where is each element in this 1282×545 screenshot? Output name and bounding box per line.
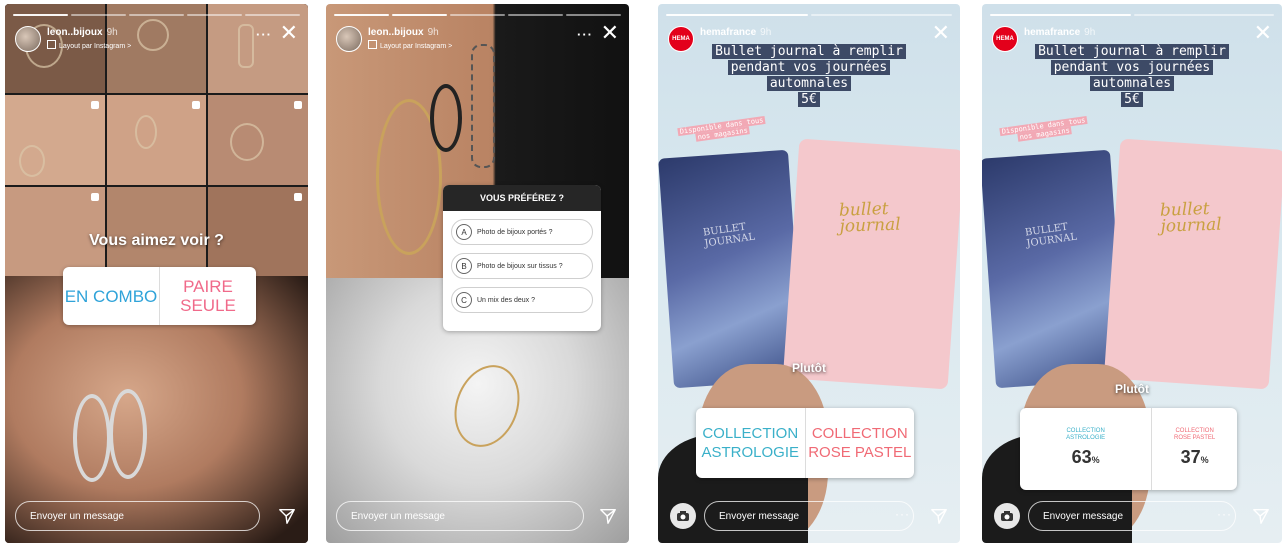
avatar[interactable]: HEMA — [992, 26, 1018, 52]
poll-option-paire-seule[interactable]: PAIRE SEULE — [159, 267, 256, 325]
poll-question: Plutôt — [792, 361, 826, 375]
grid-photo — [208, 95, 308, 185]
send-icon[interactable] — [930, 507, 948, 525]
layout-attribution[interactable]: Layout par Instagram > — [368, 40, 452, 50]
layout-icon — [47, 40, 56, 49]
hoop-earring — [430, 84, 462, 152]
avatar[interactable] — [336, 26, 362, 52]
hoop-earring — [109, 389, 147, 479]
username[interactable]: leon..bijoux 9h — [47, 27, 118, 38]
close-icon[interactable]: ✕ — [601, 22, 619, 44]
poll-option-combo[interactable]: EN COMBO — [63, 267, 159, 325]
poll-option-rose-pastel[interactable]: COLLECTION ROSE PASTEL — [804, 408, 915, 478]
story-header: HEMA hemafrance 9h ✕ — [668, 22, 950, 54]
rose-notebook: bullet journal — [1103, 138, 1282, 390]
story-progress-bar — [334, 14, 621, 16]
message-input[interactable]: Envoyer message — [1028, 501, 1236, 531]
close-icon[interactable]: ✕ — [932, 22, 950, 44]
chain-earring — [471, 44, 495, 168]
shopping-bag-icon — [90, 192, 99, 201]
story-header: HEMA hemafrance 9h ✕ — [992, 22, 1272, 54]
username[interactable]: hemafrance 9h — [1024, 27, 1095, 38]
shopping-bag-icon — [90, 101, 99, 110]
avatar[interactable]: HEMA — [668, 26, 694, 52]
grid-photo — [5, 95, 105, 185]
shopping-bag-icon — [293, 101, 302, 110]
poll-result-rose-pastel: COLLECTION ROSE PASTEL 37% — [1151, 408, 1237, 490]
message-input[interactable]: Envoyer un message — [15, 501, 260, 531]
story-leon-quiz: leon..bijoux 9h Layout par Instagram > ··… — [326, 4, 629, 543]
avatar[interactable] — [15, 26, 41, 52]
availability-sticker: Disponible dans tous nos magasins — [677, 115, 766, 142]
username[interactable]: leon..bijoux 9h — [368, 27, 439, 38]
rose-notebook: bullet journal — [782, 138, 960, 390]
camera-icon[interactable] — [994, 503, 1020, 529]
camera-icon[interactable] — [670, 503, 696, 529]
poll-result-astrologie: COLLECTION ASTROLOGIE 63% — [1066, 428, 1106, 467]
poll-option-astrologie[interactable]: COLLECTION ASTROLOGIE — [696, 408, 805, 478]
poll-question: Plutôt — [1115, 382, 1149, 396]
more-icon[interactable]: ··· — [256, 27, 272, 42]
story-leon-poll: leon..bijoux 9h Layout par Instagram > ··… — [5, 4, 308, 543]
story-progress-bar — [990, 14, 1274, 16]
story-header: leon..bijoux 9h Layout par Instagram > ··… — [15, 22, 298, 54]
story-progress-bar — [666, 14, 952, 16]
story-header: leon..bijoux 9h Layout par Instagram > ··… — [336, 22, 619, 54]
layout-icon — [368, 40, 377, 49]
poll-results-sticker: COLLECTION ASTROLOGIE 63% COLLECTION ROS… — [1020, 408, 1237, 490]
shopping-bag-icon — [293, 192, 302, 201]
story-hema-poll: HEMA hemafrance 9h ✕ Bullet journal à rem… — [658, 4, 960, 543]
quiz-sticker: VOUS PRÉFÉREZ ? A Photo de bijoux portés… — [443, 185, 601, 331]
poll-percent-b: 37 — [1180, 447, 1201, 467]
send-icon[interactable] — [278, 507, 296, 525]
quiz-option-c[interactable]: C Un mix des deux ? — [451, 287, 593, 313]
message-input[interactable]: Envoyer un message — [336, 501, 584, 531]
more-icon[interactable]: ··· — [577, 27, 593, 42]
quiz-option-b[interactable]: B Photo de bijoux sur tissus ? — [451, 253, 593, 279]
layout-attribution[interactable]: Layout par Instagram > — [47, 40, 131, 50]
username[interactable]: hemafrance 9h — [700, 27, 771, 38]
astrology-notebook: BULLET JOURNAL — [658, 149, 804, 389]
availability-sticker: Disponible dans tous nos magasins — [999, 115, 1088, 142]
send-icon[interactable] — [1252, 507, 1270, 525]
shopping-bag-icon — [192, 101, 201, 110]
quiz-title: VOUS PRÉFÉREZ ? — [443, 185, 601, 211]
astrology-notebook: BULLET JOURNAL — [982, 149, 1126, 389]
close-icon[interactable]: ✕ — [1254, 22, 1272, 44]
story-progress-bar — [13, 14, 300, 16]
poll-sticker: EN COMBO PAIRE SEULE — [63, 267, 256, 325]
send-icon[interactable] — [599, 507, 617, 525]
poll-sticker: COLLECTION ASTROLOGIE COLLECTION ROSE PAST… — [696, 408, 914, 478]
poll-question: Vous aimez voir ? — [89, 232, 224, 249]
message-input[interactable]: Envoyer message — [704, 501, 914, 531]
grid-photo — [106, 95, 207, 185]
hoop-earring — [73, 394, 111, 482]
poll-percent-a: 63 — [1071, 447, 1092, 467]
quiz-option-a[interactable]: A Photo de bijoux portés ? — [451, 219, 593, 245]
close-icon[interactable]: ✕ — [280, 22, 298, 44]
story-hema-results: HEMA hemafrance 9h ✕ Bullet journal à rem… — [982, 4, 1282, 543]
